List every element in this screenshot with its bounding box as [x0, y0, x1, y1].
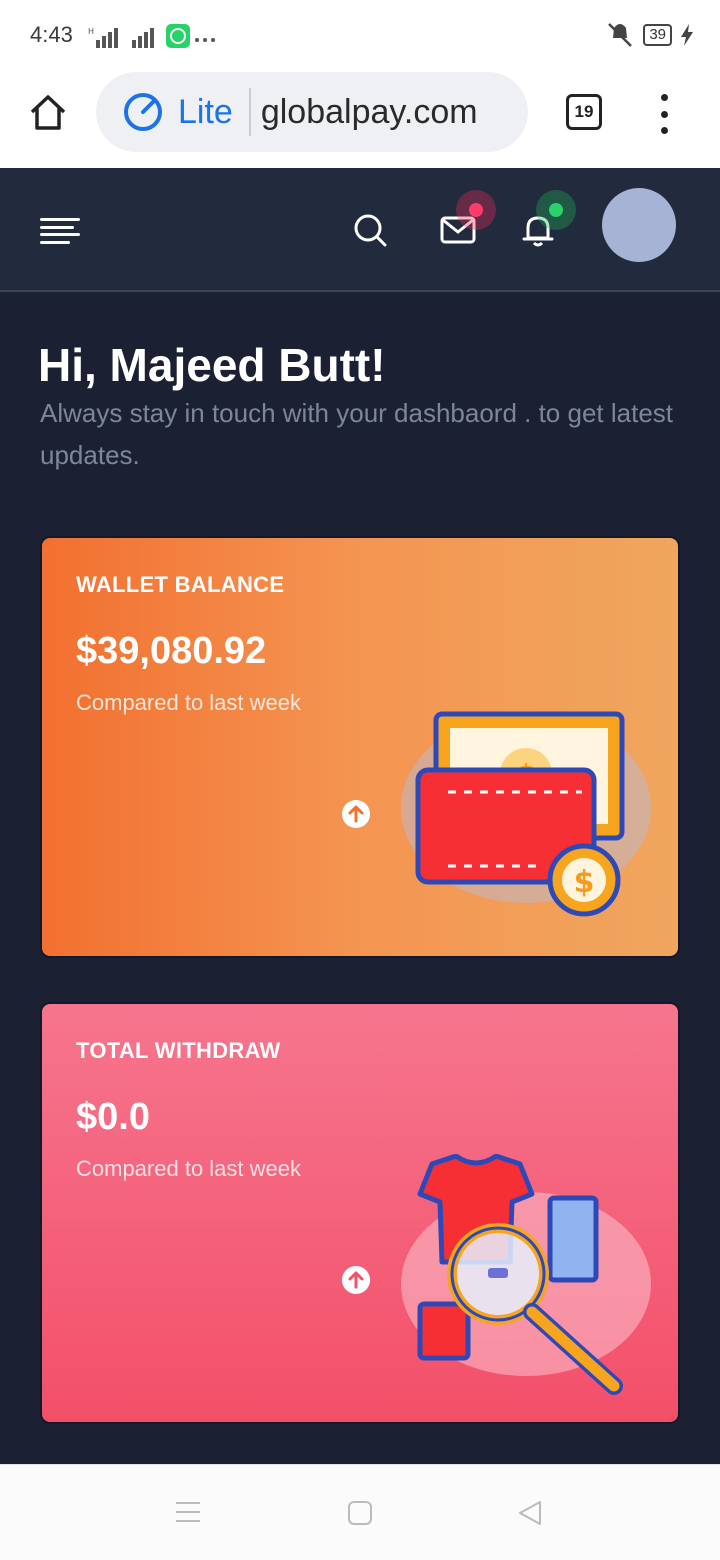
card-label: TOTAL WITHDRAW [76, 1038, 281, 1063]
back-icon[interactable] [516, 1499, 544, 1527]
url-divider [248, 88, 251, 136]
bell-notification-dot [536, 190, 576, 230]
battery-indicator: 39 [643, 24, 672, 46]
status-time: 4:43 [30, 22, 73, 47]
card-compare-text: Compared to last week [76, 1156, 301, 1181]
user-avatar[interactable] [602, 188, 676, 262]
address-bar[interactable]: Lite globalpay.com [96, 72, 528, 152]
arrow-up-circle-icon [342, 800, 370, 828]
app-navbar [0, 168, 720, 292]
arrow-up-circle-icon [342, 1266, 370, 1294]
total-withdraw-card[interactable]: TOTAL WITHDRAW $0.0 Compared to last wee… [40, 1002, 680, 1424]
status-bar: 4:43 H 39 [0, 0, 720, 72]
wallet-cash-illustration: $ $ [401, 711, 651, 917]
whatsapp-icon [166, 24, 190, 48]
tab-switcher-button[interactable]: 19 [566, 94, 602, 130]
search-icon[interactable] [352, 212, 388, 248]
card-label: WALLET BALANCE [76, 572, 285, 597]
browser-toolbar: Lite globalpay.com 19 [0, 72, 720, 168]
dashboard: Hi, Majeed Butt! Always stay in touch wi… [0, 168, 720, 1464]
system-navigation-bar [0, 1464, 720, 1560]
card-amount: $39,080.92 [76, 630, 267, 672]
home-button-icon[interactable] [346, 1499, 374, 1527]
charging-bolt-icon [681, 24, 693, 46]
card-compare-text: Compared to last week [76, 690, 301, 715]
cellular-signal-icon: H [88, 27, 118, 48]
vibrate-off-icon [608, 23, 633, 47]
home-icon[interactable] [28, 92, 68, 132]
lite-mode-label: Lite [178, 92, 233, 131]
more-notifications-icon [195, 38, 215, 42]
card-amount: $0.0 [76, 1096, 150, 1138]
speedometer-icon [124, 93, 162, 131]
clothes-magnifier-illustration [401, 1154, 651, 1395]
mail-notification-dot [456, 190, 496, 230]
signal-icons: H [88, 24, 216, 48]
recent-apps-icon[interactable] [174, 1499, 202, 1525]
svg-text:H: H [88, 27, 94, 36]
status-right: 39 [605, 22, 694, 48]
greeting-subtitle: Always stay in touch with your dashbaord… [40, 398, 674, 470]
greeting-title: Hi, Majeed Butt! [38, 339, 386, 391]
url-text[interactable]: globalpay.com [261, 93, 478, 132]
wallet-balance-card[interactable]: WALLET BALANCE $39,080.92 Compared to la… [40, 536, 680, 958]
cellular-signal-2-icon [132, 28, 154, 48]
browser-menu-icon[interactable] [656, 94, 672, 134]
hamburger-menu-icon[interactable] [40, 218, 80, 244]
svg-text:$: $ [574, 865, 595, 900]
